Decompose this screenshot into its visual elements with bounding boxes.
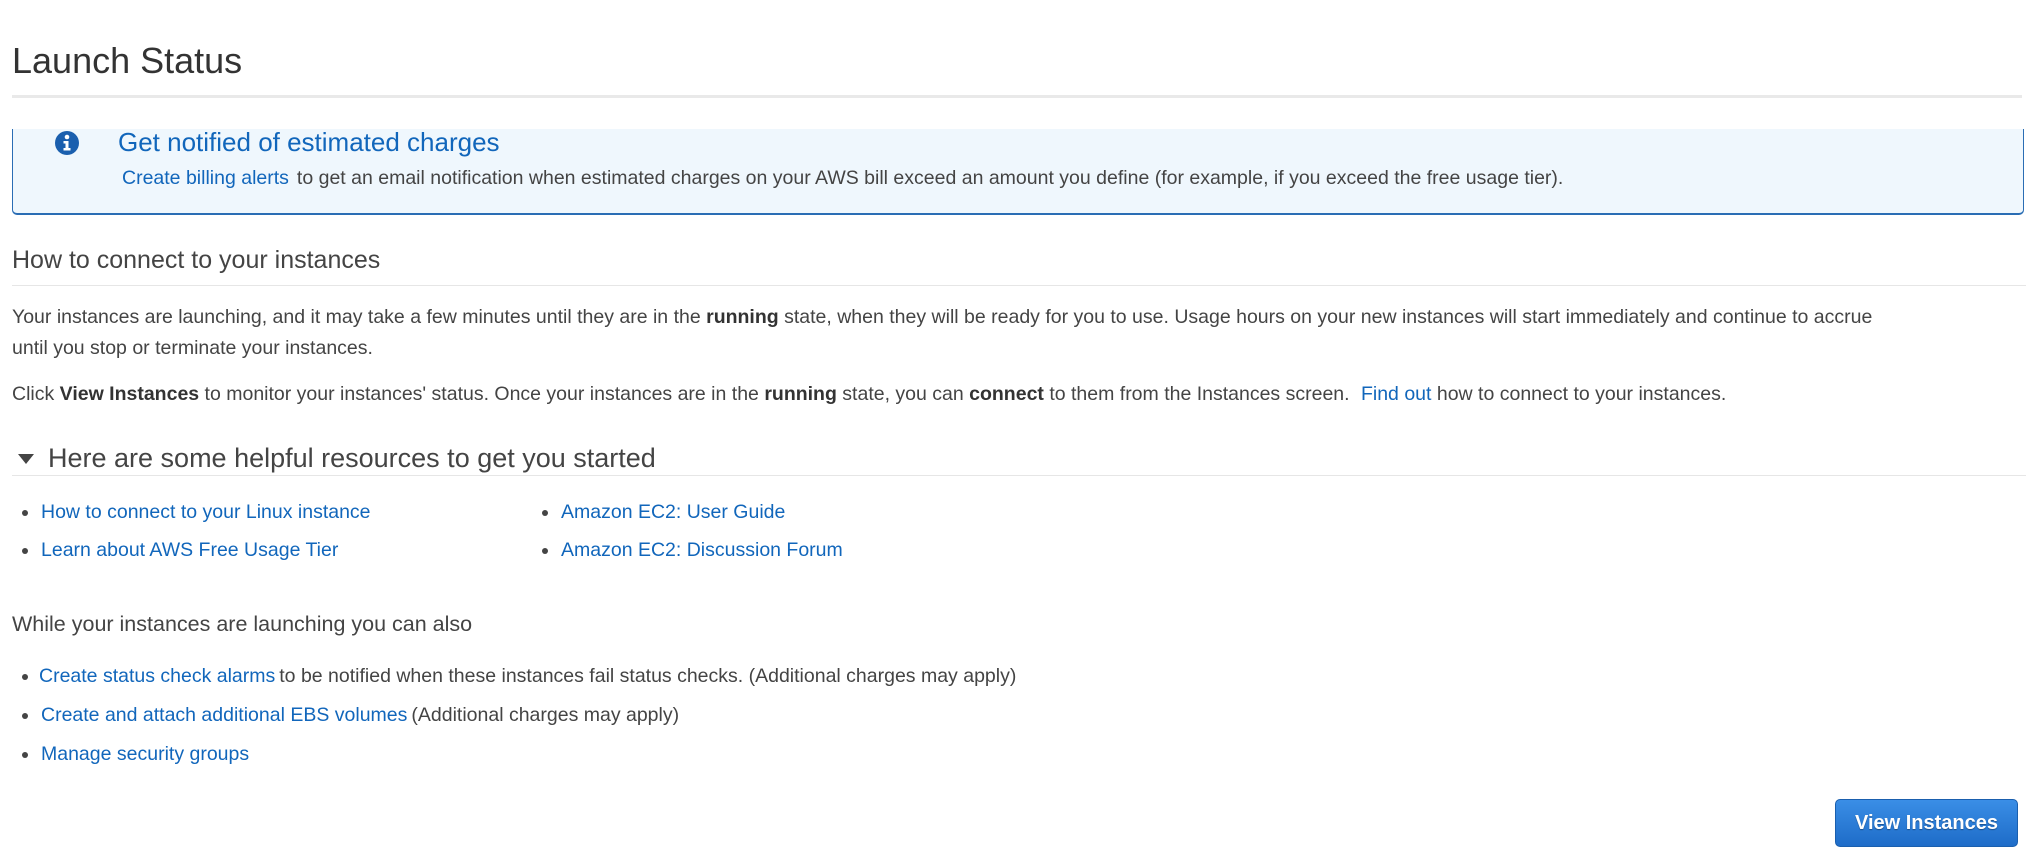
para2-text-2: to monitor your instances' status. Once … <box>199 383 765 405</box>
page-title: Launch Status <box>12 40 243 81</box>
ebs-volumes-link[interactable]: Create and attach additional EBS volumes <box>41 704 407 727</box>
para2-bold-connect: connect <box>969 383 1044 405</box>
ec2-forum-link[interactable]: Amazon EC2: Discussion Forum <box>561 539 843 562</box>
resource-item: Amazon EC2: Discussion Forum <box>542 539 843 562</box>
ec2-user-guide-link[interactable]: Amazon EC2: User Guide <box>561 501 785 524</box>
para2-bold-view-instances: View Instances <box>59 383 200 405</box>
resource-item: Learn about AWS Free Usage Tier <box>22 539 338 562</box>
also-item: Manage security groups <box>22 743 249 766</box>
bullet <box>22 751 28 758</box>
also-heading: While your instances are launching you c… <box>12 612 473 636</box>
para2-bold-running: running <box>764 383 837 405</box>
para1-text-2: state, when they will be ready for you t… <box>778 306 1873 328</box>
bullet <box>542 509 548 516</box>
find-out-link[interactable]: Find out <box>1361 383 1431 405</box>
connect-heading: How to connect to your instances <box>12 246 381 274</box>
resources-toggle[interactable]: Here are some helpful resources to get y… <box>12 443 656 474</box>
para2-text-1: Click <box>12 383 60 405</box>
bullet <box>22 509 28 516</box>
launching-paragraph: Your instances are launching, and it may… <box>12 302 1872 333</box>
para1-text-1: Your instances are launching, and it may… <box>12 306 707 328</box>
also-item: Create status check alarms to be notifie… <box>22 665 1016 688</box>
also-item-text: (Additional charges may apply) <box>411 704 680 726</box>
info-circle-icon <box>55 131 79 155</box>
banner-text: Create billing alerts to get an email not… <box>122 167 1563 190</box>
title-divider <box>12 95 2022 98</box>
launching-paragraph-line2: until you stop or terminate your instanc… <box>12 337 373 359</box>
view-instances-button[interactable]: View Instances <box>1835 799 2018 847</box>
banner-description: to get an email notification when estima… <box>296 167 1564 189</box>
free-tier-link[interactable]: Learn about AWS Free Usage Tier <box>41 539 338 562</box>
also-item-text: to be notified when these instances fail… <box>279 665 1017 687</box>
connect-divider <box>12 285 2026 286</box>
caret-down-icon <box>18 453 34 464</box>
resources-divider <box>12 475 2026 476</box>
bullet <box>542 547 548 554</box>
para2-text-4: to them from the Instances screen. <box>1043 383 1355 405</box>
bullet <box>22 712 28 719</box>
para2-text-5: how to connect to your instances. <box>1431 383 1727 405</box>
resource-item: How to connect to your Linux instance <box>22 501 371 524</box>
para1-bold-running: running <box>706 306 779 328</box>
resource-item: Amazon EC2: User Guide <box>542 501 785 524</box>
view-instances-paragraph: Click View Instances to monitor your ins… <box>12 379 1726 410</box>
linux-connect-link[interactable]: How to connect to your Linux instance <box>41 501 371 524</box>
status-check-alarms-link[interactable]: Create status check alarms <box>39 665 275 688</box>
resources-heading: Here are some helpful resources to get y… <box>48 443 656 473</box>
security-groups-link[interactable]: Manage security groups <box>41 743 249 766</box>
bullet <box>22 547 28 554</box>
bullet <box>22 673 28 680</box>
also-item: Create and attach additional EBS volumes… <box>22 704 679 727</box>
para2-text-3: state, you can <box>836 383 970 405</box>
banner-title: Get notified of estimated charges <box>118 127 500 157</box>
create-billing-alerts-link[interactable]: Create billing alerts <box>122 167 289 189</box>
